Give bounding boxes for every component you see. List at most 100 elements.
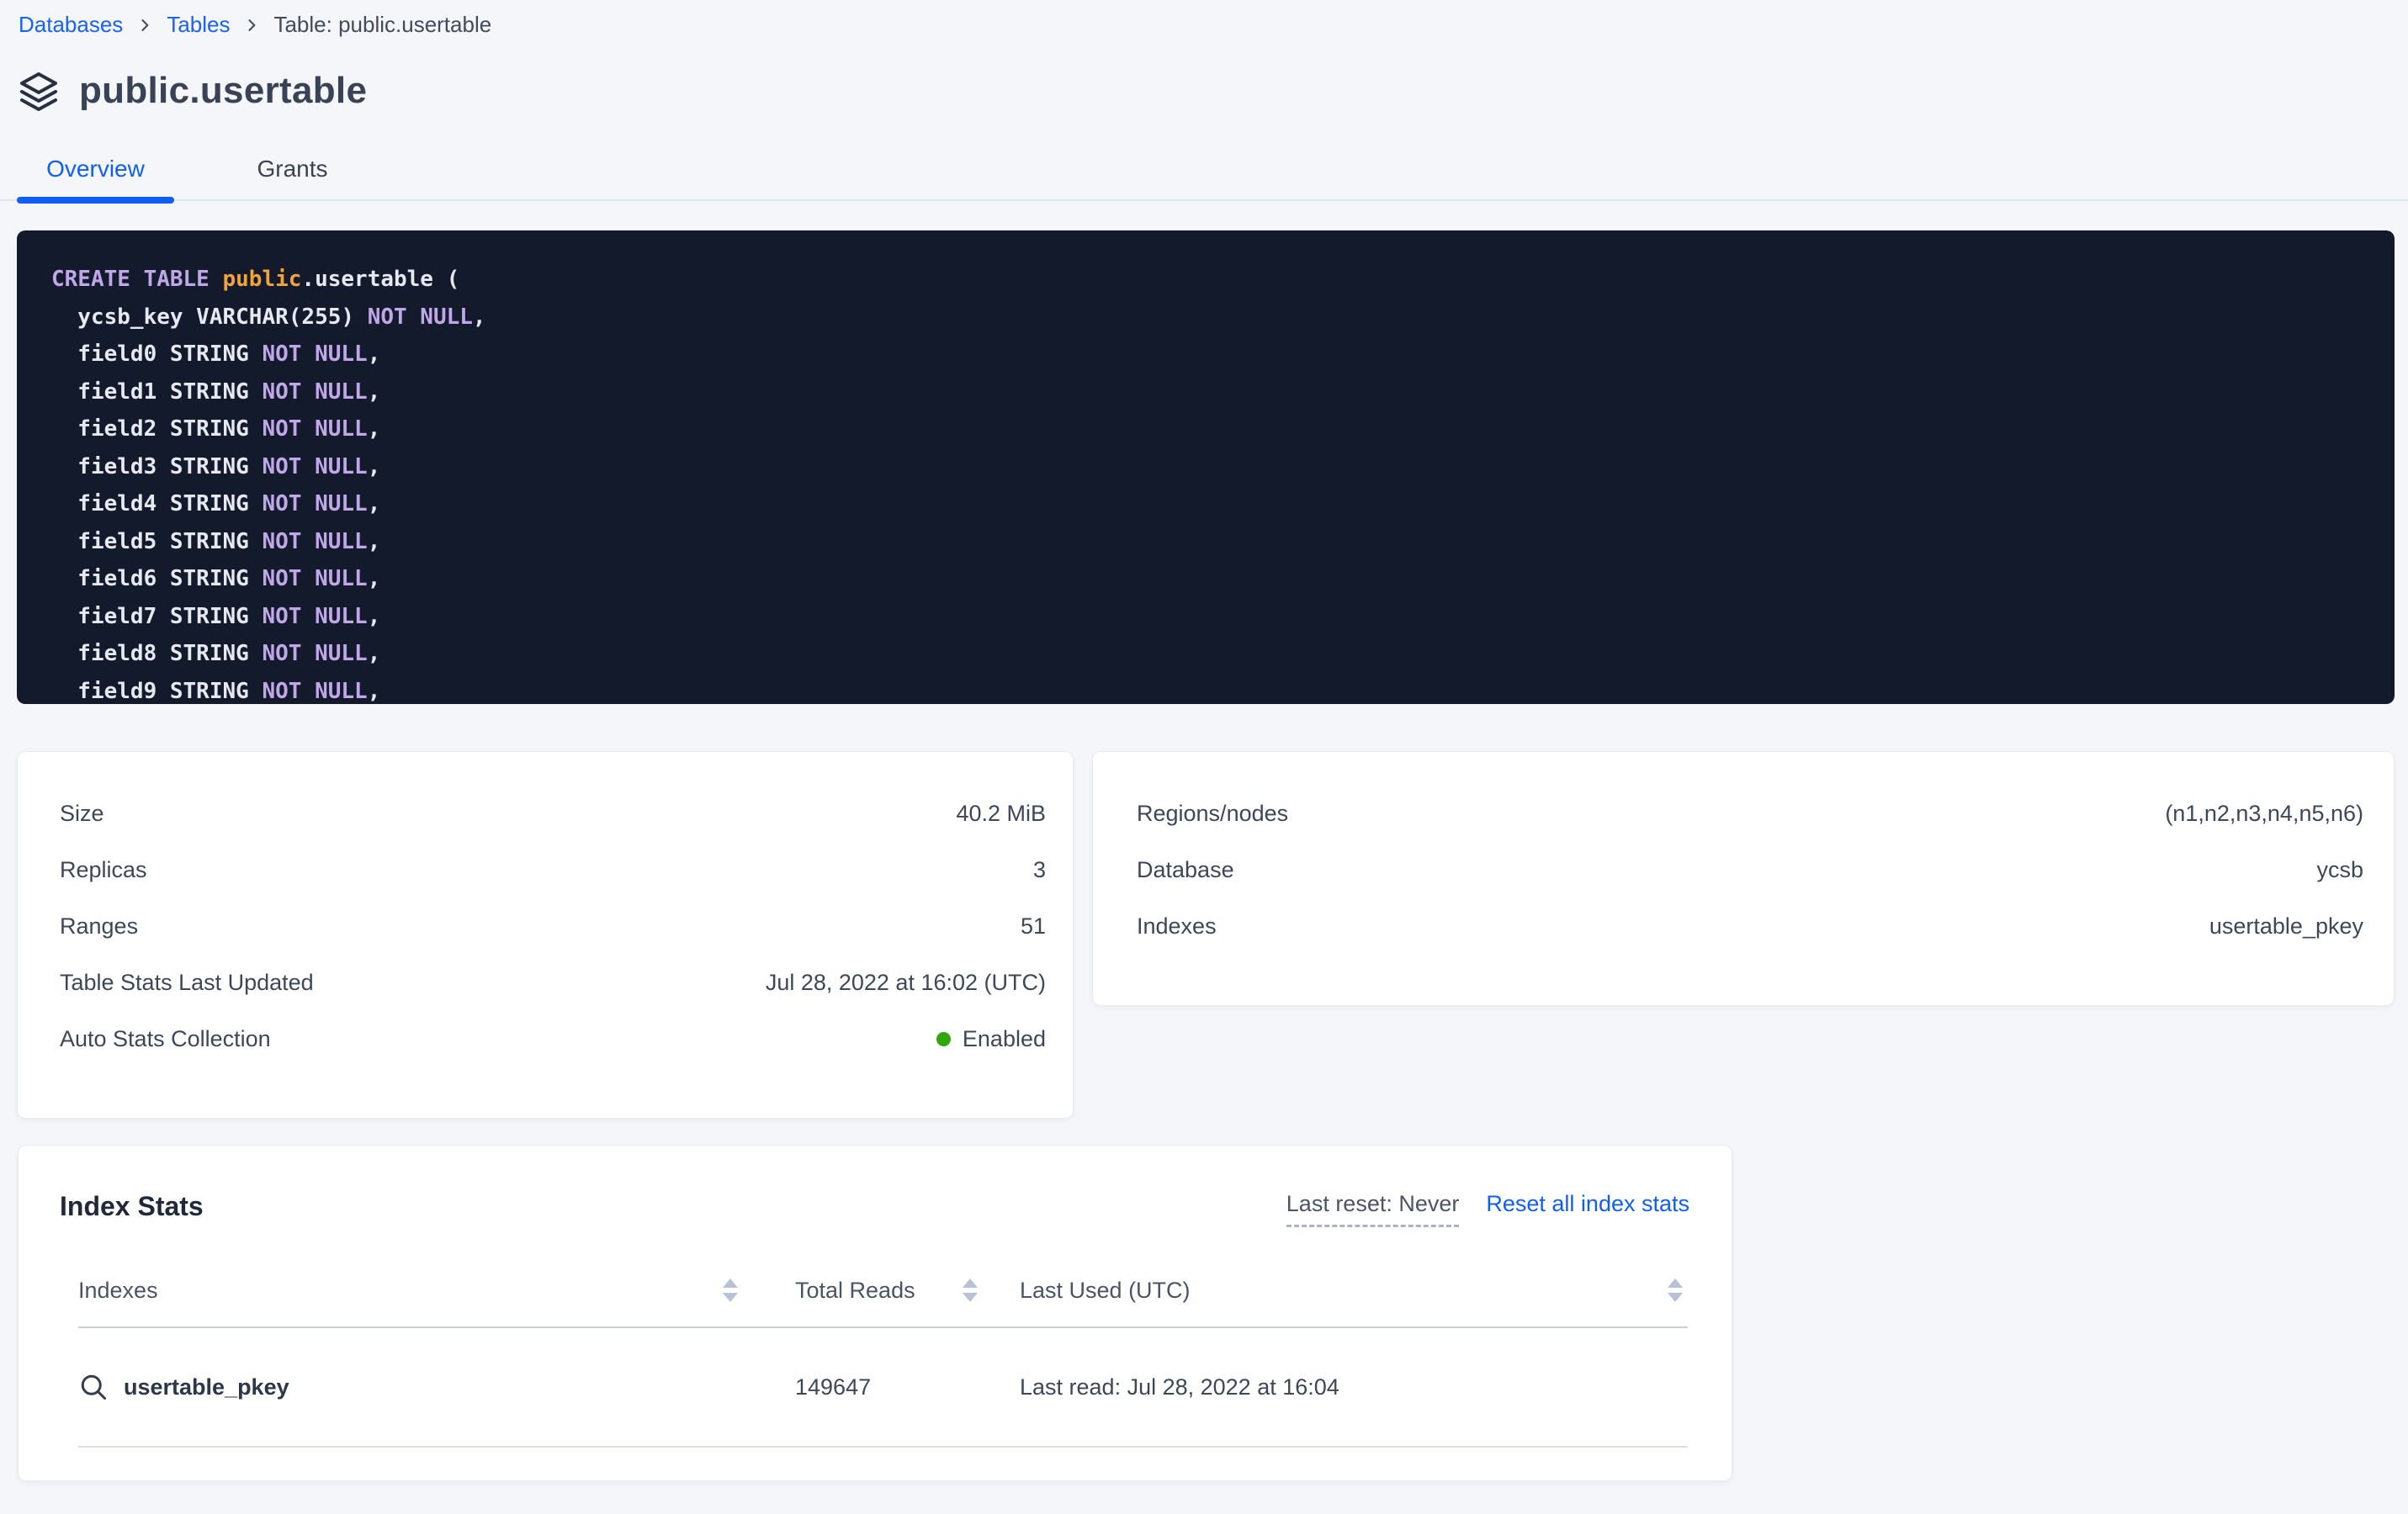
code-line: field1 STRING NOT NULL, [51, 373, 2369, 411]
detail-value: usertable_pkey [2209, 913, 2363, 940]
detail-label: Indexes [1137, 913, 1217, 940]
index-name: usertable_pkey [124, 1374, 289, 1400]
code-token: NOT NULL [262, 641, 367, 666]
breadcrumb-current: Table: public.usertable [273, 12, 491, 38]
code-token: field5 STRING [51, 529, 262, 554]
detail-row: Size 40.2 MiB [60, 786, 1046, 842]
breadcrumb: Databases Tables Table: public.usertable [19, 12, 2391, 38]
code-token: field0 STRING [51, 341, 262, 367]
column-header-indexes[interactable]: Indexes [78, 1254, 743, 1326]
index-stats-table-row[interactable]: usertable_pkey 149647Last read: Jul 28, 2… [78, 1328, 1688, 1448]
code-line: field4 STRING NOT NULL, [51, 485, 2369, 523]
sort-down-icon [723, 1293, 738, 1302]
detail-label: Replicas [60, 857, 147, 883]
detail-row: Table Stats Last Updated Jul 28, 2022 at … [60, 955, 1046, 1011]
detail-value: 40.2 MiB [956, 801, 1046, 827]
code-token: NOT NULL [262, 566, 367, 591]
code-line: field5 STRING NOT NULL, [51, 523, 2369, 561]
code-token: NOT NULL [262, 604, 367, 629]
last-used-value: Last read: Jul 28, 2022 at 16:04 [983, 1374, 1688, 1400]
sort-down-icon [963, 1293, 978, 1302]
code-line: ycsb_key VARCHAR(255) NOT NULL, [51, 299, 2369, 336]
code-token: , [368, 454, 381, 479]
code-token: NOT NULL [262, 491, 367, 516]
details-cards-row: Size 40.2 MiB Replicas3 Ranges 51 Table Stats… [17, 751, 2395, 1119]
code-token: NOT NULL [262, 454, 367, 479]
detail-row: Ranges 51 [60, 898, 1046, 955]
column-header-last-used[interactable]: Last Used (UTC) [983, 1254, 1688, 1326]
detail-label: Size [60, 801, 104, 827]
code-line: field0 STRING NOT NULL, [51, 336, 2369, 373]
layers-icon [19, 71, 59, 111]
code-line: field9 STRING NOT NULL, [51, 673, 2369, 705]
detail-label: Table Stats Last Updated [60, 970, 314, 996]
breadcrumb-link-databases[interactable]: Databases [19, 12, 123, 38]
code-token: , [473, 304, 486, 330]
code-token: NOT NULL [262, 379, 367, 405]
index-stats-card: Index Stats Last reset: Never Reset all … [18, 1145, 1732, 1481]
detail-label: Ranges [60, 913, 138, 940]
code-token: , [368, 604, 381, 629]
detail-row: Auto Stats Collection Enabled [60, 1011, 1046, 1067]
tab-bar: Overview Grants [0, 156, 2408, 201]
detail-row: Databaseycsb [1137, 842, 2363, 898]
code-token: public [223, 267, 302, 292]
tab-overview[interactable]: Overview [17, 156, 174, 199]
sort-up-icon [963, 1278, 978, 1288]
chevron-right-icon [136, 17, 153, 34]
code-token: , [368, 641, 381, 666]
code-token: NOT NULL [262, 341, 367, 367]
code-token: .usertable ( [301, 267, 459, 292]
detail-label: Auto Stats Collection [60, 1026, 271, 1052]
code-token: , [368, 491, 381, 516]
column-header-total-reads[interactable]: Total Reads [743, 1254, 983, 1326]
column-header-label: Indexes [78, 1278, 158, 1304]
code-token: , [368, 341, 381, 367]
code-token: ycsb_key VARCHAR(255) [51, 304, 368, 330]
index-stats-title: Index Stats [60, 1191, 204, 1222]
last-reset-label: Last reset: Never [1286, 1191, 1460, 1227]
detail-row: Regions/nodes(n1,n2,n3,n4,n5,n6) [1137, 786, 2363, 842]
detail-row: Indexes usertable_pkey [1137, 898, 2363, 955]
reset-index-stats-link[interactable]: Reset all index stats [1486, 1191, 1689, 1217]
sort-up-icon [723, 1278, 738, 1288]
detail-row: Replicas3 [60, 842, 1046, 898]
code-token: , [368, 529, 381, 554]
status-dot-green-icon [936, 1032, 951, 1046]
table-details-card: Size 40.2 MiB Replicas3 Ranges 51 Table Stats… [17, 751, 1074, 1119]
column-header-label: Last Used (UTC) [1020, 1278, 1191, 1304]
code-line: field7 STRING NOT NULL, [51, 598, 2369, 636]
code-token: field9 STRING [51, 679, 262, 704]
index-stats-table: Indexes Total Reads Last Used (UTC) userta… [78, 1254, 1688, 1448]
code-token: NOT NULL [262, 679, 367, 704]
code-token: CREATE TABLE [51, 267, 223, 292]
index-name-cell[interactable]: usertable_pkey [78, 1372, 743, 1402]
detail-value: ycsb [2316, 857, 2363, 883]
code-token: , [368, 566, 381, 591]
code-line: field6 STRING NOT NULL, [51, 560, 2369, 598]
detail-label: Regions/nodes [1137, 801, 1288, 827]
sort-arrows-icon [963, 1278, 983, 1302]
code-token: NOT NULL [262, 416, 367, 442]
code-token: field8 STRING [51, 641, 262, 666]
code-token: , [368, 379, 381, 405]
tab-grants[interactable]: Grants [214, 156, 371, 199]
detail-value: 51 [1021, 913, 1046, 940]
sort-arrows-icon [1668, 1278, 1688, 1302]
create-statement-code: CREATE TABLE public.usertable ( ycsb_key… [17, 230, 2395, 704]
total-reads-value: 149647 [743, 1374, 983, 1400]
breadcrumb-link-tables[interactable]: Tables [167, 12, 230, 38]
code-token: field2 STRING [51, 416, 262, 442]
code-token: field6 STRING [51, 566, 262, 591]
sort-down-icon [1668, 1293, 1683, 1302]
index-stats-header-row: Indexes Total Reads Last Used (UTC) [78, 1254, 1688, 1328]
code-line: field8 STRING NOT NULL, [51, 635, 2369, 673]
code-line: CREATE TABLE public.usertable ( [51, 261, 2369, 299]
sort-arrows-icon [723, 1278, 743, 1302]
chevron-right-icon [243, 17, 260, 34]
search-icon [78, 1372, 109, 1402]
sort-up-icon [1668, 1278, 1683, 1288]
code-token: field3 STRING [51, 454, 262, 479]
detail-value: Jul 28, 2022 at 16:02 (UTC) [766, 970, 1046, 996]
detail-value: Enabled [936, 1026, 1046, 1052]
